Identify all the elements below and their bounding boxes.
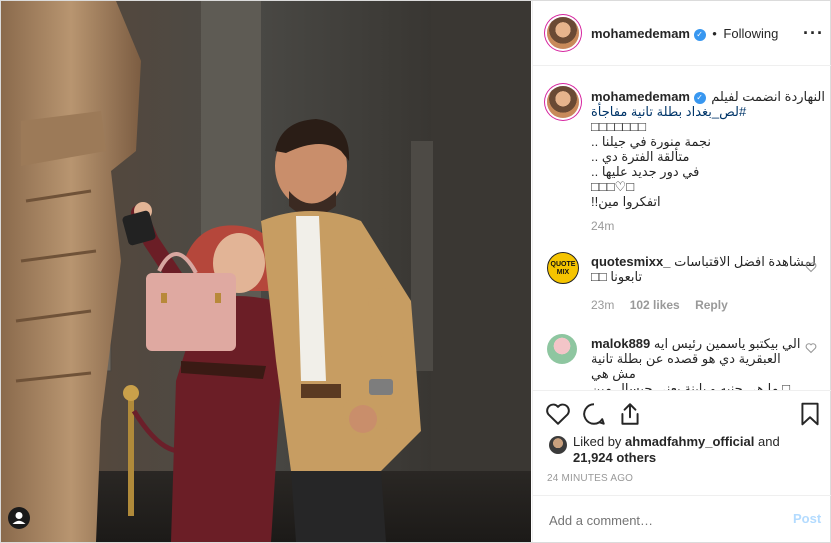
caption-line: النهاردة انضمت لفيلم	[711, 89, 825, 104]
comment-like-icon[interactable]	[805, 261, 817, 273]
likes-summary: Liked by ahmadfahmy_official and 21,924 …	[573, 434, 813, 466]
tagged-user-icon[interactable]	[8, 507, 30, 529]
comment-username[interactable]: malok889	[591, 336, 650, 351]
header-separator: •	[712, 26, 717, 41]
post-frame: mohamedemam ✓ • Following ··· mohamedema…	[0, 0, 831, 543]
comment: malok889 الي بيكتبو ياسمين رئيس ايه العب…	[591, 336, 801, 390]
share-icon[interactable]	[617, 401, 643, 427]
likes-and: and	[758, 434, 780, 449]
caption-line: في دور جديد عليها ..	[591, 164, 700, 179]
caption-hashtag[interactable]: #لص_بغداد بطلة تانية مفاجأة	[591, 104, 819, 119]
post-timestamp[interactable]: 24 MINUTES AGO	[547, 473, 633, 484]
caption-time[interactable]: 24m	[591, 219, 819, 234]
comments-area: mohamedemam ✓ النهاردة انضمت لفيلم #لص_ب…	[533, 66, 831, 390]
comment-like-icon[interactable]	[805, 342, 817, 354]
comment-text: الي بيكتبو ياسمين رئيس ايه	[653, 336, 801, 351]
comment-username[interactable]: quotesmixx_	[591, 254, 670, 269]
save-bookmark-icon[interactable]	[797, 401, 823, 427]
header-username[interactable]: mohamedemam	[591, 26, 690, 41]
liker-username[interactable]: ahmadfahmy_official	[625, 434, 754, 449]
avatar[interactable]	[547, 17, 579, 49]
post-comment-button[interactable]: Post	[793, 511, 821, 526]
follow-status-button[interactable]: Following	[723, 26, 778, 41]
commenter-avatar[interactable]	[547, 334, 577, 364]
comment-bubble-icon[interactable]	[581, 401, 607, 427]
comment-text: العبقرية دي هو قصده عن بطلة تانية مش هي	[591, 351, 781, 381]
add-comment-bar: Post	[533, 495, 831, 543]
caption-line: نجمة منورة في جيلنا ..	[591, 134, 712, 149]
caption-avatar[interactable]	[547, 86, 579, 118]
photo-illustration	[1, 1, 531, 542]
verified-icon: ✓	[693, 28, 706, 41]
commenter-avatar[interactable]: QUOTE MIX	[547, 252, 579, 284]
commenter-avatar-label: QUOTE MIX	[550, 261, 576, 276]
post-header: mohamedemam ✓ • Following ···	[533, 1, 831, 66]
caption-line: □□□□□□□	[591, 119, 646, 134]
caption: mohamedemam ✓ النهاردة انضمت لفيلم #لص_ب…	[591, 89, 825, 234]
liker-avatar[interactable]	[549, 436, 567, 454]
caption-username[interactable]: mohamedemam	[591, 89, 690, 104]
like-heart-icon[interactable]	[545, 401, 571, 427]
comment-text: لمشاهدة افضل الاقتباسات	[674, 254, 816, 269]
caption-line: متألقة الفترة دي ..	[591, 149, 690, 164]
likes-prefix: Liked by	[573, 434, 622, 449]
more-options-icon[interactable]: ···	[803, 23, 824, 44]
post-actions: Liked by ahmadfahmy_official and 21,924 …	[533, 390, 831, 496]
comment-text: □ ما هي جنبه و باينة يعني جيسال مين ليه	[591, 381, 790, 390]
comment-likes[interactable]: 102 likes	[630, 298, 680, 312]
comment-meta: 23m 102 likes Reply	[591, 298, 801, 313]
caption-line: □□□♡□	[591, 179, 635, 194]
likes-others[interactable]: 21,924 others	[573, 450, 656, 465]
comment-time[interactable]: 23m	[591, 298, 614, 312]
comment-text: تابعونا □□	[591, 269, 643, 284]
add-comment-input[interactable]	[547, 508, 766, 532]
header-user-row: mohamedemam ✓ • Following	[591, 26, 778, 41]
comment: quotesmixx_ لمشاهدة افضل الاقتباسات تابع…	[591, 254, 816, 313]
post-photo[interactable]	[1, 1, 531, 542]
verified-icon: ✓	[693, 91, 706, 104]
reply-button[interactable]: Reply	[695, 298, 728, 312]
post-sidebar: mohamedemam ✓ • Following ··· mohamedema…	[532, 1, 831, 542]
caption-line: اتفكروا مين!!	[591, 194, 661, 209]
